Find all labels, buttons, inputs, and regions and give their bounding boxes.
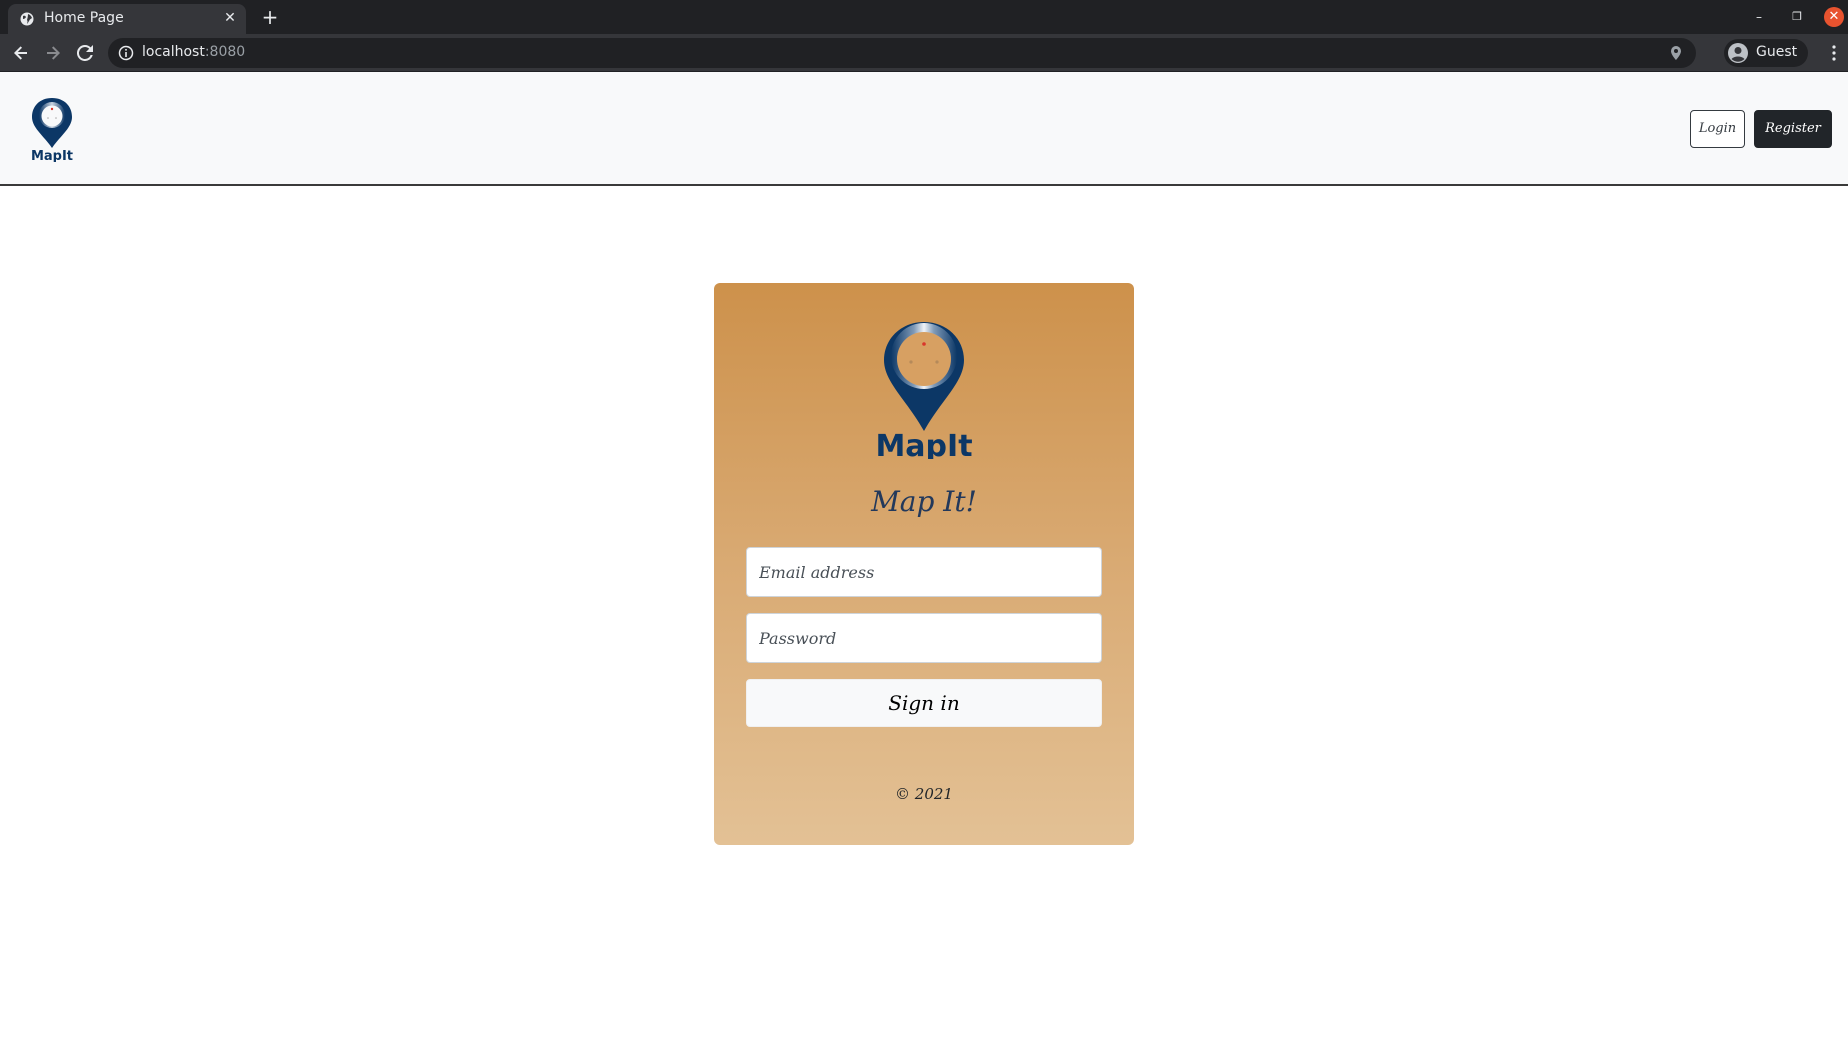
page-content: MapIt Login Register MapIt Map It! Sign … xyxy=(0,72,1848,1053)
info-icon[interactable] xyxy=(118,45,134,61)
window-maximize-button[interactable]: ❐ xyxy=(1786,6,1808,28)
browser-toolbar: localhost:8080 Guest xyxy=(0,34,1848,72)
email-field[interactable] xyxy=(746,547,1102,597)
reload-icon[interactable] xyxy=(73,41,97,65)
login-card: MapIt Map It! Sign in © 2021 xyxy=(714,283,1134,845)
location-pin-icon[interactable] xyxy=(1668,45,1684,61)
avatar-icon xyxy=(1728,43,1748,63)
site-navbar: MapIt Login Register xyxy=(0,72,1848,186)
logo-brand-text: MapIt xyxy=(875,429,972,459)
back-arrow-icon[interactable] xyxy=(9,41,33,65)
browser-tab[interactable]: Home Page ✕ xyxy=(8,4,246,34)
url-text: localhost:8080 xyxy=(142,44,245,60)
password-field[interactable] xyxy=(746,613,1102,663)
mapit-logo-icon[interactable]: MapIt xyxy=(22,96,82,162)
globe-icon xyxy=(20,12,34,26)
browser-tab-bar: Home Page ✕ + – ❐ ✕ xyxy=(0,0,1848,34)
tab-close-icon[interactable]: ✕ xyxy=(222,10,238,26)
kebab-menu-icon[interactable] xyxy=(1826,41,1842,65)
window-close-button[interactable]: ✕ xyxy=(1824,7,1844,27)
mapit-logo-icon: MapIt xyxy=(875,322,973,459)
login-title: Map It! xyxy=(871,485,977,518)
signin-button[interactable]: Sign in xyxy=(746,679,1102,727)
window-minimize-button[interactable]: – xyxy=(1748,6,1770,28)
logo-brand-text: MapIt xyxy=(31,149,73,162)
forward-arrow-icon[interactable] xyxy=(41,41,65,65)
new-tab-button[interactable]: + xyxy=(258,5,282,29)
copyright-text: © 2021 xyxy=(895,785,953,803)
tab-title: Home Page xyxy=(44,10,124,26)
profile-button[interactable]: Guest xyxy=(1724,39,1808,67)
address-bar[interactable]: localhost:8080 xyxy=(108,38,1696,68)
profile-label: Guest xyxy=(1756,44,1798,60)
login-button[interactable]: Login xyxy=(1690,110,1745,148)
register-button[interactable]: Register xyxy=(1754,110,1832,148)
url-host: localhost xyxy=(142,44,205,60)
url-port: :8080 xyxy=(204,44,246,60)
